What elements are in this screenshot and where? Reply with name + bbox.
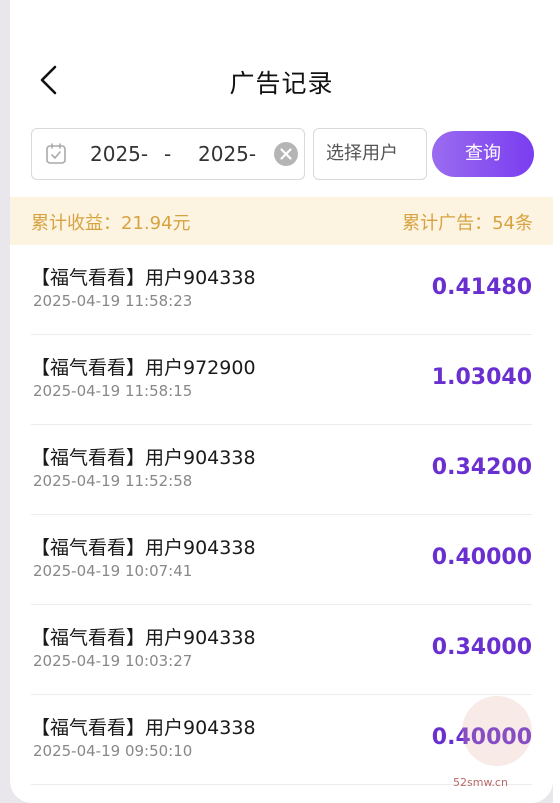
record-time: 2025-04-19 11:58:15 (33, 382, 193, 400)
list-item[interactable]: 【福气看看】用户972900 2025-04-19 11:58:15 1.030… (31, 335, 532, 425)
record-name: 【福气看看】用户972900 (31, 357, 256, 379)
record-name: 【福气看看】用户904338 (31, 627, 256, 649)
list-item[interactable]: 【福气看看】用户904338 2025-04-19 11:52:58 0.342… (31, 425, 532, 515)
record-amount: 0.40000 (431, 545, 532, 570)
date-separator: - (164, 142, 172, 166)
watermark-text: 52smw.cn (453, 776, 508, 789)
record-name: 【福气看看】用户904338 (31, 447, 256, 469)
total-ads: 累计广告：54条 (402, 213, 533, 234)
record-amount: 1.03040 (431, 365, 532, 390)
record-time: 2025-04-19 10:07:41 (33, 562, 193, 580)
user-select[interactable]: 选择用户 (313, 128, 427, 180)
summary-bar: 累计收益：21.94元 累计广告：54条 (10, 197, 553, 245)
list-item[interactable]: 【福气看看】用户904338 2025-04-19 11:58:23 0.414… (31, 245, 532, 335)
record-name: 【福气看看】用户904338 (31, 717, 256, 739)
page-title: 广告记录 (229, 69, 334, 98)
record-list: 【福气看看】用户904338 2025-04-19 11:58:23 0.414… (10, 245, 553, 785)
query-button[interactable]: 查询 (432, 131, 534, 177)
list-item[interactable]: 【福气看看】用户904338 2025-04-19 10:03:27 0.340… (31, 605, 532, 695)
record-time: 2025-04-19 09:50:10 (33, 742, 193, 760)
record-name: 【福气看看】用户904338 (31, 537, 256, 559)
watermark-seal (462, 696, 532, 766)
phone-screen: 广告记录 2025- - 2025- 选择用户 查询 累计收益：21.94元 累… (10, 0, 553, 803)
clear-icon[interactable] (274, 142, 298, 166)
record-amount: 0.34200 (431, 455, 532, 480)
record-amount: 0.41480 (431, 275, 532, 300)
date-end[interactable]: 2025- (198, 142, 256, 166)
record-amount: 0.34000 (431, 635, 532, 660)
record-time: 2025-04-19 11:58:23 (33, 292, 193, 310)
record-time: 2025-04-19 11:52:58 (33, 472, 193, 490)
list-item[interactable]: 【福气看看】用户904338 2025-04-19 10:07:41 0.400… (31, 515, 532, 605)
header: 广告记录 (10, 48, 553, 112)
calendar-icon (46, 143, 66, 164)
total-income: 累计收益：21.94元 (31, 213, 191, 234)
record-name: 【福气看看】用户904338 (31, 267, 256, 289)
list-item[interactable]: 【福气看看】用户904338 2025-04-19 09:50:10 0.400… (31, 695, 532, 785)
record-time: 2025-04-19 10:03:27 (33, 652, 193, 670)
date-start[interactable]: 2025- (90, 142, 148, 166)
screen-edge (553, 0, 560, 803)
date-range-picker[interactable]: 2025- - 2025- (31, 128, 305, 180)
